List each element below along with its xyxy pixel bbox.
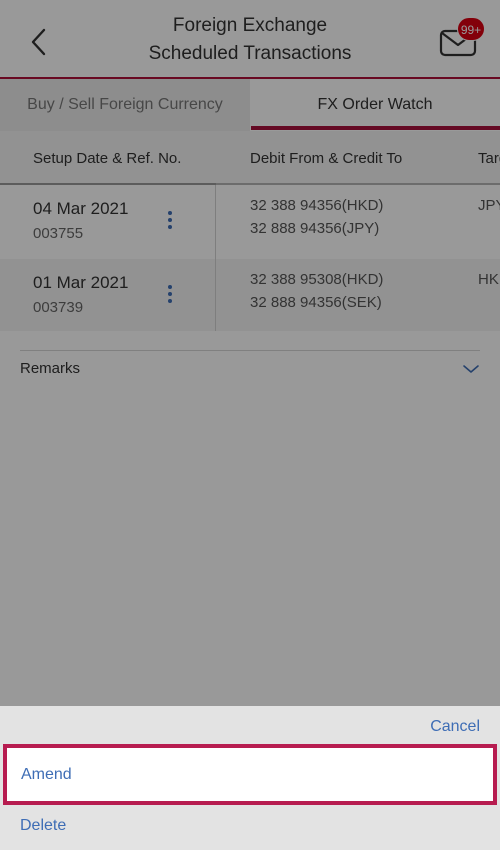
credit-account: 32 888 94356(JPY) bbox=[250, 220, 380, 237]
kebab-menu-icon bbox=[168, 211, 172, 215]
scheduled-transactions-table: Setup Date & Ref. No. Debit From & Credi… bbox=[0, 131, 500, 331]
target-currency: HKD bbox=[478, 271, 500, 288]
remarks-divider bbox=[20, 350, 480, 351]
setup-date: 04 Mar 2021 bbox=[33, 199, 129, 218]
delete-option-label: Delete bbox=[20, 817, 67, 834]
back-button[interactable] bbox=[22, 22, 56, 62]
row-more-options-button[interactable] bbox=[161, 283, 179, 305]
debit-account: 32 388 94356(HKD) bbox=[250, 197, 384, 214]
active-tab-indicator bbox=[251, 126, 500, 130]
back-chevron-icon bbox=[31, 28, 46, 56]
kebab-menu-icon bbox=[168, 285, 172, 289]
column-header-setup-date: Setup Date & Ref. No. bbox=[33, 150, 182, 167]
debit-account: 32 388 95308(HKD) bbox=[250, 271, 384, 288]
column-divider bbox=[215, 185, 216, 331]
fx-scheduled-transactions-screen: Foreign Exchange Scheduled Transactions … bbox=[0, 0, 500, 850]
setup-date: 01 Mar 2021 bbox=[33, 273, 129, 292]
page-title: Foreign Exchange Scheduled Transactions bbox=[100, 12, 400, 68]
amend-option-label: Amend bbox=[21, 766, 72, 783]
credit-account: 32 888 94356(SEK) bbox=[250, 294, 382, 311]
column-header-target: Target bbox=[478, 150, 500, 167]
tab-buy-sell-foreign-currency[interactable]: Buy / Sell Foreign Currency bbox=[0, 79, 250, 131]
row-more-options-button[interactable] bbox=[161, 209, 179, 231]
column-header-debit-credit: Debit From & Credit To bbox=[250, 150, 403, 167]
table-header: Setup Date & Ref. No. Debit From & Credi… bbox=[0, 131, 500, 185]
target-currency: JPY bbox=[478, 197, 500, 214]
cancel-button[interactable]: Cancel bbox=[430, 718, 480, 736]
tab-bar: Buy / Sell Foreign Currency FX Order Wat… bbox=[0, 79, 500, 131]
delete-option[interactable]: Delete bbox=[0, 806, 500, 850]
action-sheet: Cancel Amend Delete bbox=[0, 706, 500, 850]
page-title-line1: Foreign Exchange bbox=[172, 15, 328, 36]
notification-badge: 99+ bbox=[457, 17, 485, 41]
table-row[interactable]: 04 Mar 2021 003755 32 388 94356(HKD) 32 … bbox=[0, 185, 500, 257]
header: Foreign Exchange Scheduled Transactions … bbox=[0, 0, 500, 79]
chevron-down-icon[interactable] bbox=[462, 362, 480, 376]
ref-number: 003739 bbox=[33, 299, 84, 316]
ref-number: 003755 bbox=[33, 225, 84, 242]
remarks-label[interactable]: Remarks bbox=[20, 360, 80, 377]
amend-option[interactable]: Amend bbox=[3, 744, 497, 805]
page-title-line2: Scheduled Transactions bbox=[148, 43, 352, 64]
action-sheet-header: Cancel bbox=[0, 706, 500, 746]
tab-fx-order-watch[interactable]: FX Order Watch bbox=[250, 79, 500, 131]
table-row[interactable]: 01 Mar 2021 003739 32 388 95308(HKD) 32 … bbox=[0, 259, 500, 331]
